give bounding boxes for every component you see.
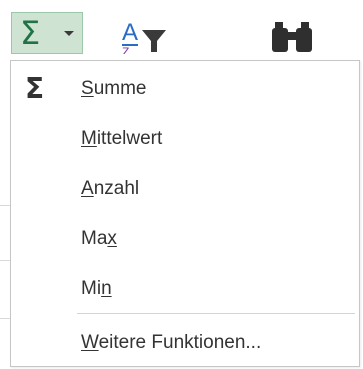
menu-item-mittelwert[interactable]: Mittelwert xyxy=(11,117,359,161)
svg-text:Z: Z xyxy=(122,45,129,54)
menu-item-label: Summe xyxy=(81,78,147,99)
sheet-gridline xyxy=(0,205,10,206)
menu-item-label: Anzahl xyxy=(81,178,140,199)
menu-separator xyxy=(77,313,355,314)
menu-item-max[interactable]: Max xyxy=(11,217,359,261)
menu-item-label: Mittelwert xyxy=(81,128,163,149)
menu-item-label: Min xyxy=(81,278,112,299)
menu-item-min[interactable]: Min xyxy=(11,267,359,311)
menu-item-label: Weitere Funktionen... xyxy=(81,332,262,353)
sigma-icon: Σ xyxy=(20,14,41,52)
sort-filter-icon[interactable]: A Z xyxy=(118,14,184,54)
autosum-dropdown-menu: Σ Summe Mittelwert Anzahl Max Min Weiter… xyxy=(10,60,360,367)
svg-text:A: A xyxy=(122,19,138,46)
menu-item-label: Max xyxy=(81,228,117,249)
sheet-gridline xyxy=(0,318,10,319)
menu-item-weitere-funktionen[interactable]: Weitere Funktionen... xyxy=(11,321,359,365)
chevron-down-icon xyxy=(64,31,74,36)
binoculars-icon[interactable] xyxy=(268,20,316,54)
autosum-button[interactable]: Σ xyxy=(11,12,83,54)
sheet-gridline xyxy=(0,260,10,261)
menu-item-anzahl[interactable]: Anzahl xyxy=(11,167,359,211)
ribbon: Σ A Z xyxy=(0,0,363,60)
sigma-icon: Σ xyxy=(25,72,45,105)
menu-item-summe[interactable]: Σ Summe xyxy=(11,67,359,111)
